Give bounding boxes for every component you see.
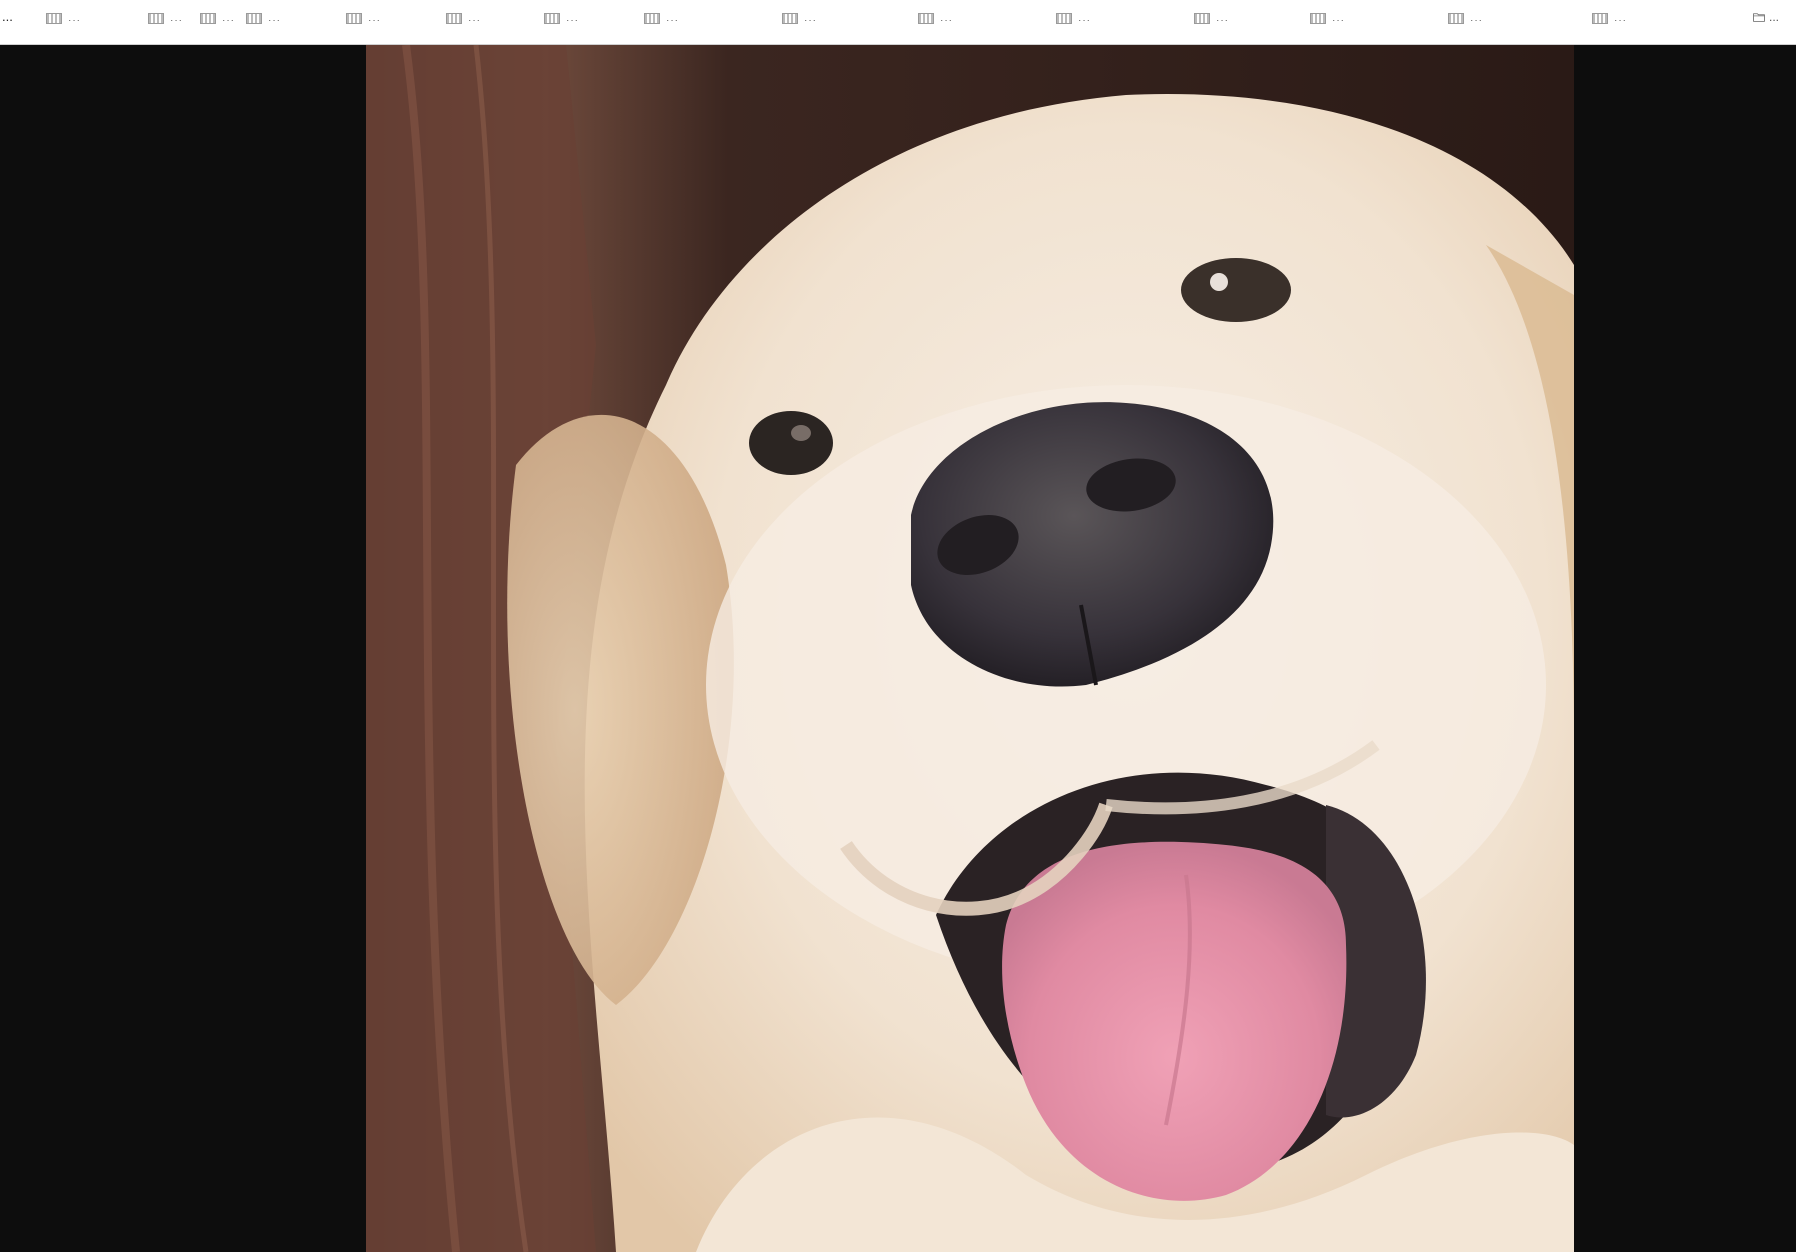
page-favicon-icon — [918, 12, 934, 24]
bookmark-item[interactable]: ... — [200, 8, 235, 28]
bookmark-label: ... — [1470, 13, 1484, 23]
bookmark-item[interactable]: ... — [918, 8, 953, 28]
page-favicon-icon — [644, 12, 660, 24]
page-favicon-icon — [1194, 12, 1210, 24]
page-favicon-icon — [1310, 12, 1326, 24]
bookmark-item[interactable]: ... — [46, 8, 81, 28]
page-favicon-icon — [1592, 12, 1608, 24]
dog-photo — [366, 45, 1574, 1252]
bookmark-item[interactable]: ... — [644, 8, 679, 28]
page-favicon-icon — [544, 12, 560, 24]
bookmark-label: ... — [1332, 13, 1346, 23]
bookmark-label: ... — [666, 13, 680, 23]
bookmark-item[interactable]: ... — [1056, 8, 1091, 28]
bookmark-label: ... — [68, 13, 82, 23]
bookmark-label: ... — [566, 13, 580, 23]
bookmark-item[interactable]: ... — [1194, 8, 1229, 28]
bookmark-label: ... — [1614, 13, 1628, 23]
bookmark-item[interactable]: ... — [148, 8, 183, 28]
bookmarks-bar: ... ... ... ... ... ... ... ... ... ... … — [0, 0, 1796, 45]
bookmark-label: ... — [368, 13, 382, 23]
bookmark-item[interactable]: ... — [346, 8, 381, 28]
bookmarks-overflow-button[interactable]: ... — [2, 9, 13, 24]
page-favicon-icon — [1056, 12, 1072, 24]
bookmark-item[interactable]: ... — [1448, 8, 1483, 28]
bookmark-item[interactable]: ... — [446, 8, 481, 28]
bookmark-item[interactable]: ... — [544, 8, 579, 28]
golden-retriever-photo-illustration — [366, 45, 1574, 1252]
page-favicon-icon — [148, 12, 164, 24]
bookmark-label: ... — [222, 13, 236, 23]
page-favicon-icon — [782, 12, 798, 24]
page-favicon-icon — [246, 12, 262, 24]
bookmark-folder-label: ... — [1768, 10, 1779, 24]
page-favicon-icon — [200, 12, 216, 24]
bookmark-label: ... — [1078, 13, 1092, 23]
page-favicon-icon — [1448, 12, 1464, 24]
bookmark-item[interactable]: ... — [246, 8, 281, 28]
image-viewer — [0, 45, 1796, 1252]
bookmark-item[interactable]: ... — [1310, 8, 1345, 28]
page-favicon-icon — [446, 12, 462, 24]
bookmark-label: ... — [804, 13, 818, 23]
bookmark-folder[interactable]: ... — [1753, 6, 1779, 28]
bookmark-item[interactable]: ... — [1592, 8, 1627, 28]
bookmark-item[interactable]: ... — [782, 8, 817, 28]
bookmark-label: ... — [940, 13, 954, 23]
bookmark-label: ... — [468, 13, 482, 23]
page-favicon-icon — [346, 12, 362, 24]
bookmark-label: ... — [170, 13, 184, 23]
page-favicon-icon — [46, 12, 62, 24]
folder-icon — [1753, 13, 1765, 22]
bookmark-label: ... — [268, 13, 282, 23]
bookmark-label: ... — [1216, 13, 1230, 23]
